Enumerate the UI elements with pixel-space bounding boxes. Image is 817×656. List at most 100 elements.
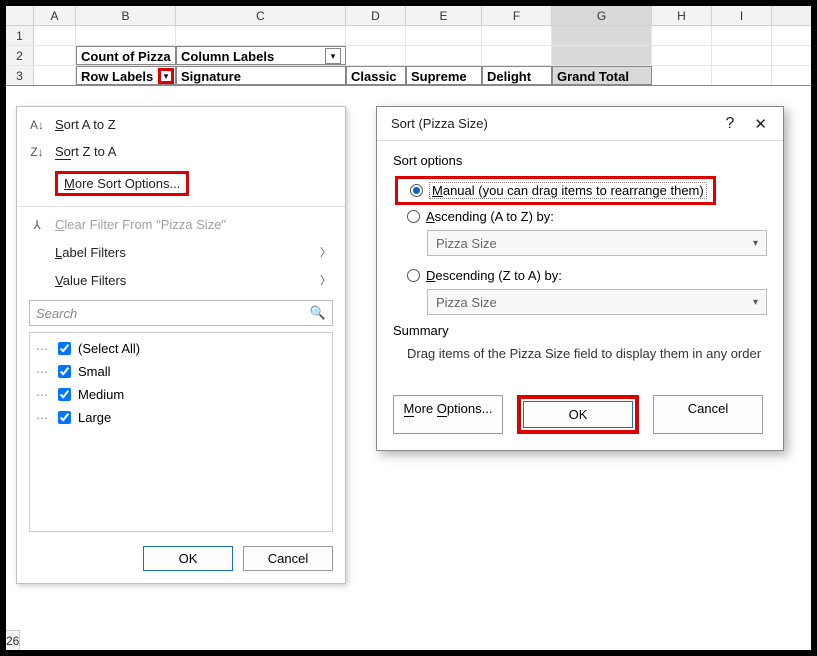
radio-label: Descending (Z to A) by:	[426, 268, 562, 283]
radio-label: Manual (you can drag items to rearrange …	[429, 182, 707, 199]
cell[interactable]	[34, 26, 76, 45]
cell[interactable]	[346, 26, 406, 45]
cell[interactable]	[482, 26, 552, 45]
filter-item[interactable]: ⋯Small	[36, 360, 326, 383]
row-labels-dropdown[interactable]: ▾	[158, 68, 174, 84]
cell[interactable]	[652, 26, 712, 45]
menu-label: Sort Z to A	[55, 144, 116, 159]
radio-icon	[407, 210, 420, 223]
col-header-E[interactable]: E	[406, 6, 482, 25]
cancel-button[interactable]: Cancel	[653, 395, 763, 434]
column-labels-dropdown[interactable]: ▾	[325, 48, 341, 64]
col-header-D[interactable]: D	[346, 6, 406, 25]
cell[interactable]	[34, 66, 76, 85]
cell[interactable]	[712, 66, 772, 85]
spreadsheet: A B C D E F G H I 1 2 Count of Pizza C	[6, 6, 811, 86]
row-header-26[interactable]: 26	[6, 630, 20, 650]
menu-label: More Sort Options...	[55, 171, 189, 196]
help-button[interactable]: ?	[712, 115, 749, 133]
menu-label: Sort A to Z	[55, 117, 116, 132]
label-filters[interactable]: Label Filters 〉	[17, 238, 345, 266]
search-placeholder: Search	[36, 306, 77, 321]
row-header-3[interactable]: 3	[6, 66, 34, 85]
summary-label: Summary	[393, 323, 767, 338]
ok-button[interactable]: OK	[143, 546, 233, 571]
combo-value: Pizza Size	[436, 236, 497, 251]
filter-menu: A↓ Sort A to Z Z↓ Sort Z to A More Sort …	[16, 106, 346, 584]
close-button[interactable]: ✕	[748, 115, 773, 133]
cell[interactable]	[482, 46, 552, 65]
pivot-col-signature[interactable]: Signature	[176, 66, 346, 85]
cell[interactable]	[552, 26, 652, 45]
pivot-col-delight[interactable]: Delight	[482, 66, 552, 85]
checkbox[interactable]	[58, 388, 71, 401]
col-header-A[interactable]: A	[34, 6, 76, 25]
cancel-button[interactable]: Cancel	[243, 546, 333, 571]
row-header-2[interactable]: 2	[6, 46, 34, 65]
cell[interactable]	[76, 26, 176, 45]
combo-value: Pizza Size	[436, 295, 497, 310]
radio-descending[interactable]: Descending (Z to A) by:	[393, 264, 767, 287]
sort-z-to-a[interactable]: Z↓ Sort Z to A	[17, 138, 345, 165]
row-1: 1	[6, 26, 811, 46]
more-options-button[interactable]: More Options...	[393, 395, 503, 434]
checkbox[interactable]	[58, 342, 71, 355]
pivot-col-classic[interactable]: Classic	[346, 66, 406, 85]
col-header-C[interactable]: C	[176, 6, 346, 25]
filter-item[interactable]: ⋯Medium	[36, 383, 326, 406]
filter-item[interactable]: ⋯Large	[36, 406, 326, 429]
row-2: 2 Count of Pizza Column Labels	[6, 46, 811, 66]
cell[interactable]	[406, 46, 482, 65]
search-icon: 🔍	[310, 305, 326, 321]
titlebar: Sort (Pizza Size) ? ✕	[377, 107, 783, 141]
ok-button[interactable]: OK	[523, 401, 633, 428]
dialog-title: Sort (Pizza Size)	[391, 116, 488, 131]
cell[interactable]	[406, 26, 482, 45]
dialog-buttons: More Options... OK Cancel	[377, 395, 783, 450]
filter-items-tree[interactable]: ⋯(Select All) ⋯Small ⋯Medium ⋯Large	[29, 332, 333, 532]
checkbox[interactable]	[58, 411, 71, 424]
sort-a-to-z[interactable]: A↓ Sort A to Z	[17, 111, 345, 138]
radio-manual[interactable]: Manual (you can drag items to rearrange …	[395, 176, 716, 205]
menu-label: Clear Filter From "Pizza Size"	[55, 217, 226, 232]
row-3: 3 Row Labels Signature Classic Supreme D…	[6, 66, 811, 86]
descending-field-combo[interactable]: Pizza Size ▾	[427, 289, 767, 315]
separator	[17, 206, 345, 207]
pivot-count-label[interactable]: Count of Pizza	[76, 46, 176, 65]
value-filters[interactable]: Value Filters 〉	[17, 266, 345, 294]
col-header-I[interactable]: I	[712, 6, 772, 25]
clear-filter: ⅄ Clear Filter From "Pizza Size"	[17, 211, 345, 238]
cell[interactable]	[652, 66, 712, 85]
radio-ascending[interactable]: Ascending (A to Z) by:	[393, 205, 767, 228]
select-all-corner[interactable]	[6, 6, 34, 25]
row-26: 26	[6, 630, 20, 650]
chevron-right-icon: 〉	[320, 272, 331, 288]
summary-text: Drag items of the Pizza Size field to di…	[393, 338, 767, 379]
col-header-F[interactable]: F	[482, 6, 552, 25]
pivot-column-labels[interactable]: Column Labels	[176, 46, 346, 65]
ascending-field-combo[interactable]: Pizza Size ▾	[427, 230, 767, 256]
cell[interactable]	[712, 26, 772, 45]
search-input[interactable]: Search 🔍	[29, 300, 333, 326]
cell[interactable]	[652, 46, 712, 65]
filter-item[interactable]: ⋯(Select All)	[36, 337, 326, 360]
pivot-col-supreme[interactable]: Supreme	[406, 66, 482, 85]
col-header-B[interactable]: B	[76, 6, 176, 25]
pivot-col-grandtotal[interactable]: Grand Total	[552, 66, 652, 85]
app-frame: A B C D E F G H I 1 2 Count of Pizza C	[0, 0, 817, 656]
radio-icon	[407, 269, 420, 282]
checkbox[interactable]	[58, 365, 71, 378]
row-header-1[interactable]: 1	[6, 26, 34, 45]
cell[interactable]	[346, 46, 406, 65]
cell[interactable]	[712, 46, 772, 65]
col-header-G[interactable]: G	[552, 6, 652, 25]
cell[interactable]	[176, 26, 346, 45]
more-sort-options[interactable]: More Sort Options...	[17, 165, 345, 202]
cell[interactable]	[552, 46, 652, 65]
filter-menu-buttons: OK Cancel	[17, 538, 345, 579]
item-label: Small	[78, 364, 111, 379]
cell[interactable]	[34, 46, 76, 65]
chevron-down-icon: ▾	[753, 238, 758, 249]
col-header-H[interactable]: H	[652, 6, 712, 25]
sort-za-icon: Z↓	[27, 145, 47, 159]
